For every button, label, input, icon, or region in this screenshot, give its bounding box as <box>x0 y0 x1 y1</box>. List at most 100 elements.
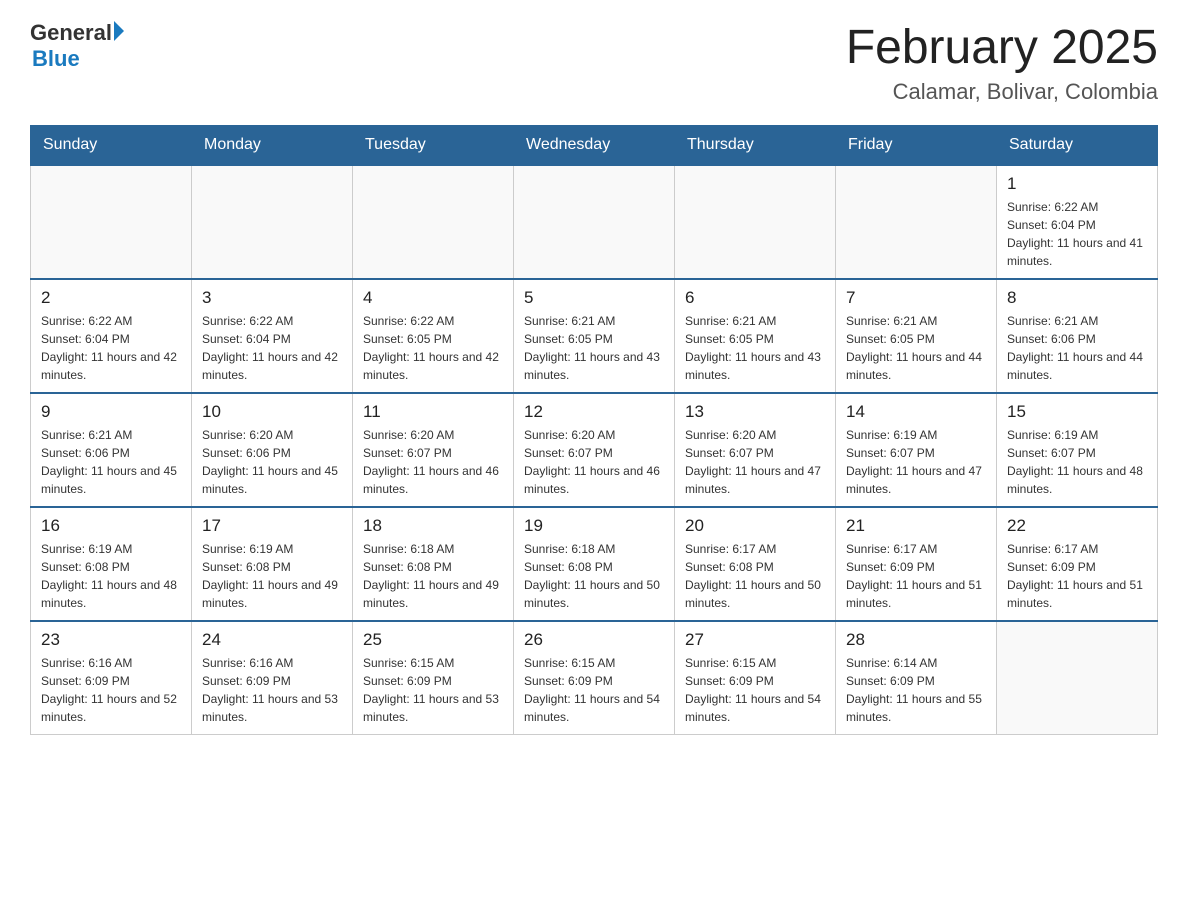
logo-blue-text: Blue <box>32 46 124 72</box>
calendar-cell: 13 Sunrise: 6:20 AMSunset: 6:07 PMDayligh… <box>675 393 836 507</box>
day-number: 17 <box>202 516 342 536</box>
day-info: Sunrise: 6:20 AMSunset: 6:07 PMDaylight:… <box>524 426 664 498</box>
calendar-cell: 5 Sunrise: 6:21 AMSunset: 6:05 PMDaylight… <box>514 279 675 393</box>
day-info: Sunrise: 6:22 AMSunset: 6:04 PMDaylight:… <box>202 312 342 384</box>
day-info: Sunrise: 6:18 AMSunset: 6:08 PMDaylight:… <box>363 540 503 612</box>
calendar-cell <box>675 165 836 279</box>
day-info: Sunrise: 6:19 AMSunset: 6:08 PMDaylight:… <box>202 540 342 612</box>
calendar-cell: 3 Sunrise: 6:22 AMSunset: 6:04 PMDaylight… <box>192 279 353 393</box>
calendar-cell: 18Sunrise: 6:18 AMSunset: 6:08 PMDayligh… <box>353 507 514 621</box>
day-number: 24 <box>202 630 342 650</box>
day-number: 20 <box>685 516 825 536</box>
calendar-cell: 14Sunrise: 6:19 AMSunset: 6:07 PMDayligh… <box>836 393 997 507</box>
logo-arrow-icon <box>114 21 124 41</box>
calendar-week-5: 23 Sunrise: 6:16 AMSunset: 6:09 PMDayligh… <box>31 621 1158 735</box>
calendar-cell: 11 Sunrise: 6:20 AMSunset: 6:07 PMDayligh… <box>353 393 514 507</box>
calendar-cell <box>31 165 192 279</box>
calendar-week-2: 2 Sunrise: 6:22 AMSunset: 6:04 PMDaylight… <box>31 279 1158 393</box>
day-number: 1 <box>1007 174 1147 194</box>
day-number: 21 <box>846 516 986 536</box>
day-number: 23 <box>41 630 181 650</box>
day-info: Sunrise: 6:14 AMSunset: 6:09 PMDaylight:… <box>846 654 986 726</box>
day-number: 13 <box>685 402 825 422</box>
calendar-cell <box>514 165 675 279</box>
calendar-cell <box>192 165 353 279</box>
calendar-cell: 10 Sunrise: 6:20 AMSunset: 6:06 PMDayligh… <box>192 393 353 507</box>
day-info: Sunrise: 6:22 AMSunset: 6:05 PMDaylight:… <box>363 312 503 384</box>
page-header: General Blue February 2025 Calamar, Boli… <box>30 20 1158 105</box>
day-info: Sunrise: 6:17 AMSunset: 6:09 PMDaylight:… <box>1007 540 1147 612</box>
day-info: Sunrise: 6:22 AMSunset: 6:04 PMDaylight:… <box>41 312 181 384</box>
weekday-header-friday: Friday <box>836 126 997 166</box>
day-number: 6 <box>685 288 825 308</box>
day-info: Sunrise: 6:20 AMSunset: 6:06 PMDaylight:… <box>202 426 342 498</box>
day-number: 25 <box>363 630 503 650</box>
calendar-week-3: 9 Sunrise: 6:21 AMSunset: 6:06 PMDaylight… <box>31 393 1158 507</box>
day-number: 26 <box>524 630 664 650</box>
calendar-cell: 25Sunrise: 6:15 AMSunset: 6:09 PMDayligh… <box>353 621 514 735</box>
day-info: Sunrise: 6:17 AMSunset: 6:08 PMDaylight:… <box>685 540 825 612</box>
day-info: Sunrise: 6:21 AMSunset: 6:06 PMDaylight:… <box>41 426 181 498</box>
day-number: 3 <box>202 288 342 308</box>
calendar-cell: 7 Sunrise: 6:21 AMSunset: 6:05 PMDaylight… <box>836 279 997 393</box>
day-info: Sunrise: 6:21 AMSunset: 6:05 PMDaylight:… <box>846 312 986 384</box>
day-number: 16 <box>41 516 181 536</box>
calendar-header-row: SundayMondayTuesdayWednesdayThursdayFrid… <box>31 126 1158 166</box>
day-number: 8 <box>1007 288 1147 308</box>
day-number: 5 <box>524 288 664 308</box>
day-number: 7 <box>846 288 986 308</box>
title-section: February 2025 Calamar, Bolivar, Colombia <box>846 20 1158 105</box>
logo: General Blue <box>30 20 124 72</box>
calendar-cell: 6 Sunrise: 6:21 AMSunset: 6:05 PMDaylight… <box>675 279 836 393</box>
day-info: Sunrise: 6:21 AMSunset: 6:06 PMDaylight:… <box>1007 312 1147 384</box>
calendar-cell: 1 Sunrise: 6:22 AMSunset: 6:04 PMDaylight… <box>997 165 1158 279</box>
calendar-cell: 9 Sunrise: 6:21 AMSunset: 6:06 PMDaylight… <box>31 393 192 507</box>
calendar-cell: 26Sunrise: 6:15 AMSunset: 6:09 PMDayligh… <box>514 621 675 735</box>
calendar-cell: 28 Sunrise: 6:14 AMSunset: 6:09 PMDayligh… <box>836 621 997 735</box>
calendar-week-4: 16 Sunrise: 6:19 AMSunset: 6:08 PMDayligh… <box>31 507 1158 621</box>
day-info: Sunrise: 6:21 AMSunset: 6:05 PMDaylight:… <box>685 312 825 384</box>
calendar-cell <box>997 621 1158 735</box>
day-info: Sunrise: 6:15 AMSunset: 6:09 PMDaylight:… <box>685 654 825 726</box>
calendar-cell: 4 Sunrise: 6:22 AMSunset: 6:05 PMDaylight… <box>353 279 514 393</box>
day-number: 27 <box>685 630 825 650</box>
calendar-cell: 22Sunrise: 6:17 AMSunset: 6:09 PMDayligh… <box>997 507 1158 621</box>
weekday-header-sunday: Sunday <box>31 126 192 166</box>
day-number: 9 <box>41 402 181 422</box>
logo-general-text: General <box>30 20 112 46</box>
calendar-cell: 2 Sunrise: 6:22 AMSunset: 6:04 PMDaylight… <box>31 279 192 393</box>
day-info: Sunrise: 6:22 AMSunset: 6:04 PMDaylight:… <box>1007 198 1147 270</box>
day-number: 4 <box>363 288 503 308</box>
day-info: Sunrise: 6:20 AMSunset: 6:07 PMDaylight:… <box>363 426 503 498</box>
day-number: 10 <box>202 402 342 422</box>
day-number: 19 <box>524 516 664 536</box>
calendar-cell: 15 Sunrise: 6:19 AMSunset: 6:07 PMDayligh… <box>997 393 1158 507</box>
day-number: 28 <box>846 630 986 650</box>
day-info: Sunrise: 6:16 AMSunset: 6:09 PMDaylight:… <box>41 654 181 726</box>
day-number: 15 <box>1007 402 1147 422</box>
weekday-header-saturday: Saturday <box>997 126 1158 166</box>
calendar-cell: 24Sunrise: 6:16 AMSunset: 6:09 PMDayligh… <box>192 621 353 735</box>
calendar-table: SundayMondayTuesdayWednesdayThursdayFrid… <box>30 125 1158 735</box>
weekday-header-tuesday: Tuesday <box>353 126 514 166</box>
day-number: 11 <box>363 402 503 422</box>
calendar-cell: 17 Sunrise: 6:19 AMSunset: 6:08 PMDayligh… <box>192 507 353 621</box>
day-info: Sunrise: 6:20 AMSunset: 6:07 PMDaylight:… <box>685 426 825 498</box>
calendar-cell: 27 Sunrise: 6:15 AMSunset: 6:09 PMDayligh… <box>675 621 836 735</box>
weekday-header-wednesday: Wednesday <box>514 126 675 166</box>
calendar-cell: 23 Sunrise: 6:16 AMSunset: 6:09 PMDayligh… <box>31 621 192 735</box>
calendar-cell: 19 Sunrise: 6:18 AMSunset: 6:08 PMDayligh… <box>514 507 675 621</box>
calendar-cell <box>353 165 514 279</box>
day-number: 2 <box>41 288 181 308</box>
calendar-cell: 20 Sunrise: 6:17 AMSunset: 6:08 PMDayligh… <box>675 507 836 621</box>
calendar-cell: 12Sunrise: 6:20 AMSunset: 6:07 PMDayligh… <box>514 393 675 507</box>
day-info: Sunrise: 6:19 AMSunset: 6:07 PMDaylight:… <box>1007 426 1147 498</box>
calendar-cell <box>836 165 997 279</box>
day-info: Sunrise: 6:18 AMSunset: 6:08 PMDaylight:… <box>524 540 664 612</box>
calendar-cell: 8 Sunrise: 6:21 AMSunset: 6:06 PMDaylight… <box>997 279 1158 393</box>
calendar-week-1: 1 Sunrise: 6:22 AMSunset: 6:04 PMDaylight… <box>31 165 1158 279</box>
day-number: 14 <box>846 402 986 422</box>
day-info: Sunrise: 6:21 AMSunset: 6:05 PMDaylight:… <box>524 312 664 384</box>
day-info: Sunrise: 6:19 AMSunset: 6:08 PMDaylight:… <box>41 540 181 612</box>
day-info: Sunrise: 6:17 AMSunset: 6:09 PMDaylight:… <box>846 540 986 612</box>
